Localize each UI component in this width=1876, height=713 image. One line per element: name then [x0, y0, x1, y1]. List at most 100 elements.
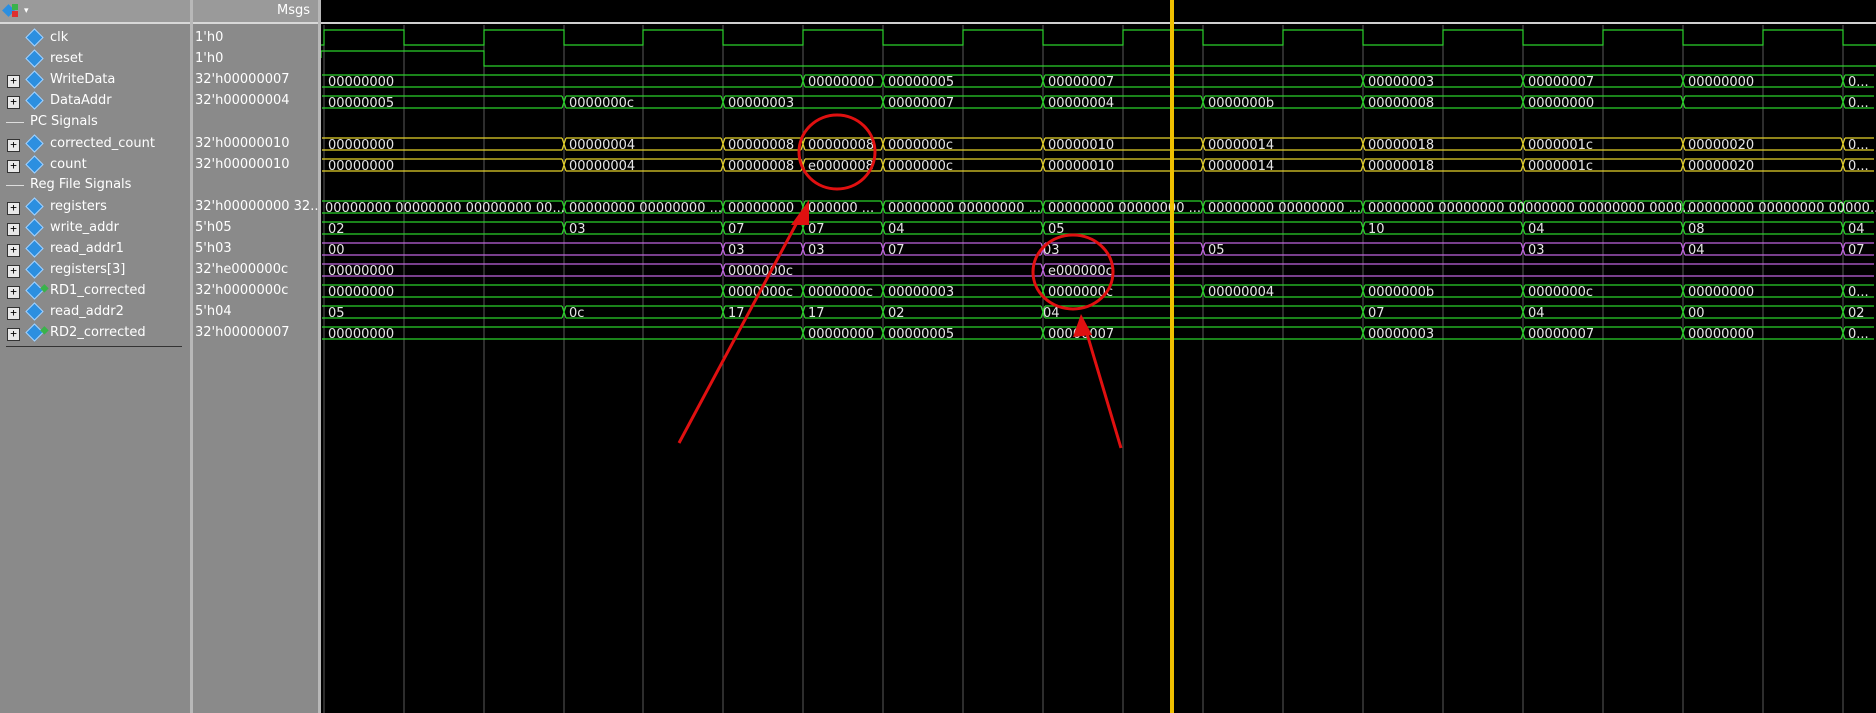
bus-value-label: 00000020 [1688, 138, 1754, 153]
bus-value-label: 04 [1688, 243, 1705, 258]
bus-value-label: 0c [569, 306, 584, 321]
expand-plus-icon[interactable]: + [7, 96, 20, 109]
expand-plus-icon[interactable]: + [7, 202, 20, 215]
signal-row-corrected-count[interactable]: + corrected_count [0, 134, 188, 155]
bus-value-label: 02 [328, 222, 345, 237]
signal-name: read_addr1 [50, 241, 124, 256]
waveform-canvas[interactable]: 00000000 00000000 00000005 00000007 00000003… [321, 0, 1876, 713]
bus-value-label: 00000008 [728, 138, 794, 153]
signal-row-clk[interactable]: clk [0, 28, 188, 49]
bus-value-label: 00000000 00000000 00000000 00000000 0000… [1368, 201, 1695, 216]
expand-plus-icon[interactable]: + [7, 75, 20, 88]
bus-value-label: 0000000c [569, 96, 634, 111]
bus-value-label: 00000010 [1048, 159, 1114, 174]
bus-value-label: 00000014 [1208, 159, 1274, 174]
signal-value: 5'h04 [195, 304, 232, 319]
signal-row-write-addr[interactable]: + write_addr [0, 218, 188, 239]
bus-value-label: 00000003 [1368, 327, 1434, 342]
bus-value-label: 00000000 [808, 327, 874, 342]
bus-value-label: 00000000 00000000 00000000 00... [325, 201, 565, 216]
expand-plus-icon[interactable]: + [7, 286, 20, 299]
group-label: PC Signals [30, 114, 98, 129]
waveform-pane[interactable]: 00000000 00000000 00000005 00000007 00000003… [321, 0, 1876, 713]
bus-value-label: 07 [1368, 306, 1385, 321]
signal-row-writedata[interactable]: + WriteData [0, 70, 188, 91]
bus-value-label: 00000005 [888, 327, 954, 342]
bus-value-label: 0000000b [1368, 285, 1434, 300]
bus-value-label: 05 [328, 306, 345, 321]
expand-plus-icon[interactable]: + [7, 265, 20, 278]
signal-value: 32'h0000000c [195, 283, 289, 298]
msgs-label: Msgs [276, 3, 310, 18]
bus-value-label: 00000004 [569, 159, 635, 174]
signal-value-cell: 32'he000000c [193, 260, 317, 281]
bus-value-label: 00000000 [328, 285, 394, 300]
signal-row-count[interactable]: + count [0, 155, 188, 176]
signal-row-reset[interactable]: reset [0, 49, 188, 70]
signal-value-cell: 32'h00000010 [193, 134, 317, 155]
group-pc-signals[interactable]: PC Signals [0, 113, 188, 131]
bus-value-label: 0000001c [1528, 138, 1593, 153]
signal-row-registers-3-[interactable]: + registers[3] [0, 260, 188, 281]
expand-plus-icon[interactable]: + [7, 307, 20, 320]
bus-value-label: 00000000 [1688, 285, 1754, 300]
bus-value-label: e0000008 [808, 159, 874, 174]
signal-name: RD2_corrected [50, 325, 146, 340]
expand-plus-icon[interactable]: + [7, 328, 20, 341]
bus-segment [1045, 263, 1874, 277]
signal-value: 32'h00000004 [195, 93, 290, 108]
bus-value-label: 0... [1848, 75, 1869, 90]
signal-names-pane: ▾ clk reset + WriteData + DataAddr PC Signals +… [0, 0, 190, 713]
signal-values-pane: Msgs 1'h0 1'h0 32'h00000007 32'h00000004 32'… [193, 0, 323, 713]
signal-value-cell: 32'h00000010 [193, 155, 317, 176]
signal-value: 5'h05 [195, 220, 232, 235]
signal-name: count [50, 157, 87, 172]
expand-plus-icon[interactable]: + [7, 223, 20, 236]
signal-dual-icon [25, 323, 44, 342]
group-reg-file-signals[interactable]: Reg File Signals [0, 176, 188, 194]
bus-value-label: 0... [1848, 285, 1869, 300]
bus-value-label: 00000007 [1528, 75, 1594, 90]
bus-value-label: 07 [728, 222, 745, 237]
bus-value-label: 17 [728, 306, 745, 321]
expand-plus-icon[interactable]: + [7, 139, 20, 152]
group-label: Reg File Signals [30, 177, 132, 192]
expand-plus-icon[interactable]: + [7, 244, 20, 257]
wave-tool-icon[interactable] [2, 4, 20, 18]
bus-segment [322, 305, 562, 319]
bus-value-label: 000000 ... [808, 201, 874, 216]
signal-row-registers[interactable]: + registers [0, 197, 188, 218]
signal-name: corrected_count [50, 136, 155, 151]
signal-diamond-icon [25, 218, 44, 237]
bus-value-label: 00000000 00000000 ... [1208, 201, 1361, 216]
bus-value-label: 00000014 [1208, 138, 1274, 153]
bus-value-label: 0... [1848, 96, 1869, 111]
signal-value: 32'he000000c [195, 262, 289, 277]
signal-name: registers[3] [50, 262, 126, 277]
bus-value-label: 03 [569, 222, 586, 237]
signal-row-rd1-corrected[interactable]: + RD1_corrected [0, 281, 188, 302]
signal-row-dataaddr[interactable]: + DataAddr [0, 91, 188, 112]
bus-value-label: 07 [888, 243, 905, 258]
bus-value-label: 04 [1528, 306, 1545, 321]
bus-value-label: 00000000 [808, 75, 874, 90]
expand-plus-icon[interactable]: + [7, 160, 20, 173]
bus-value-label: 00000000 00000000 ... [569, 201, 722, 216]
bus-value-label: 00000020 [1688, 159, 1754, 174]
bus-value-label: 0... [1848, 159, 1869, 174]
signal-row-read-addr2[interactable]: + read_addr2 [0, 302, 188, 323]
signal-row-read-addr1[interactable]: + read_addr1 [0, 239, 188, 260]
signal-diamond-icon [25, 239, 44, 258]
signal-value-cell: 5'h05 [193, 218, 317, 239]
chevron-down-icon[interactable]: ▾ [24, 6, 29, 16]
time-cursor [1170, 0, 1174, 713]
signal-value-cell: 1'h0 [193, 28, 317, 49]
signal-diamond-icon [25, 28, 44, 47]
signal-row-rd2-corrected[interactable]: + RD2_corrected [0, 323, 188, 344]
reset-waveform [321, 50, 1876, 67]
signal-value: 32'h00000007 [195, 325, 290, 340]
bus-value-label: 00000000 00000000 00000... [1688, 201, 1876, 216]
signal-name: reset [50, 51, 83, 66]
bus-value-label: 00 [328, 243, 345, 258]
signal-value: 32'h00000007 [195, 72, 290, 87]
